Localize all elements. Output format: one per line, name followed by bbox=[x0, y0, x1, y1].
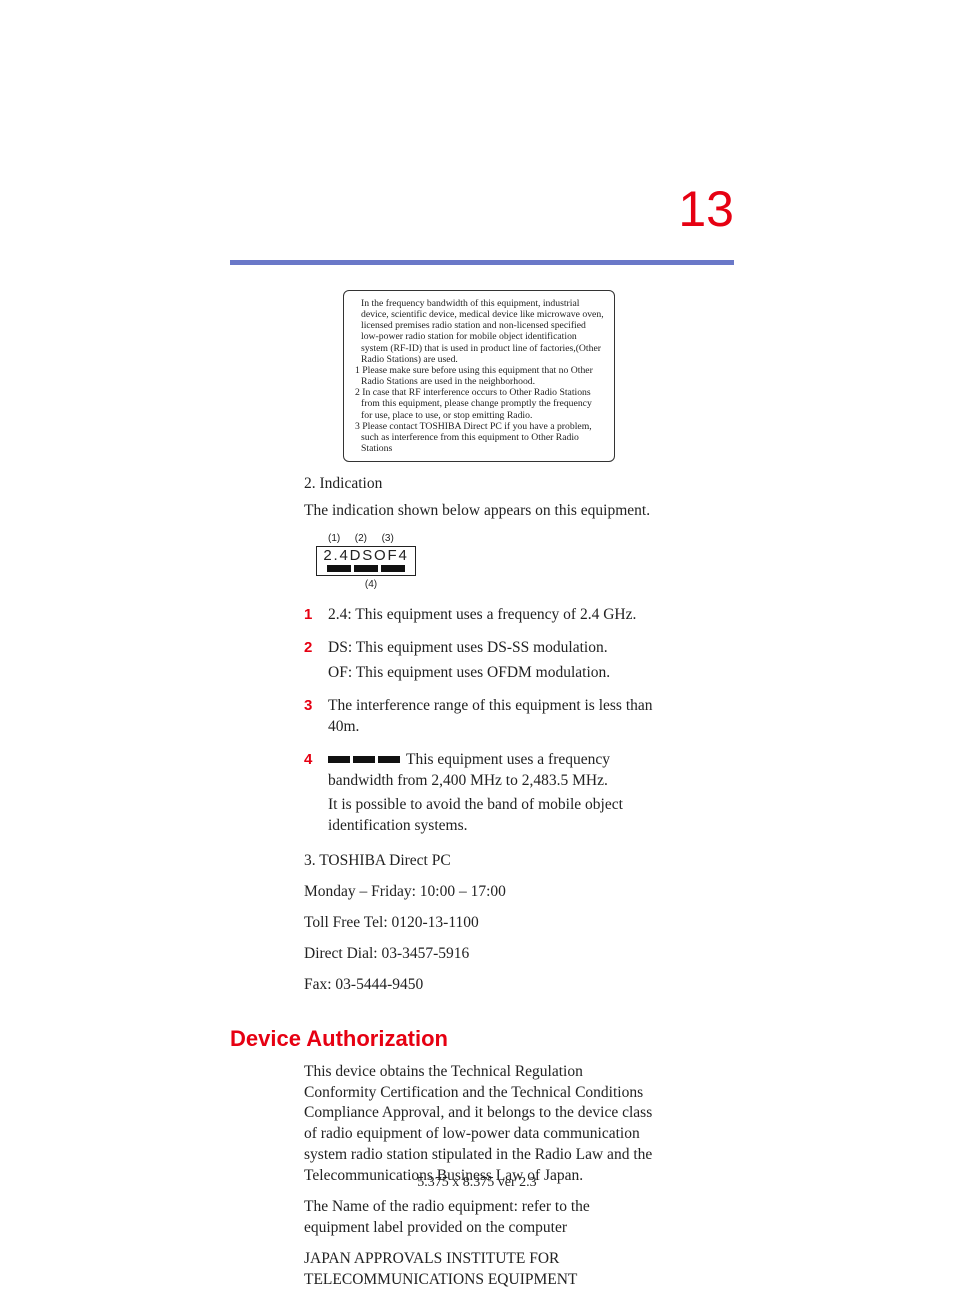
boxed-note: In the frequency bandwidth of this equip… bbox=[343, 290, 615, 462]
list-item: 1 2.4: This equipment uses a frequency o… bbox=[304, 605, 654, 630]
indication-bottom-label: (4) bbox=[316, 578, 426, 592]
page-number: 13 bbox=[678, 180, 734, 238]
contact-hours: Monday – Friday: 10:00 – 17:00 bbox=[304, 882, 654, 903]
indication-label-2: (2) bbox=[355, 532, 379, 546]
list-number-3: 3 bbox=[304, 696, 328, 716]
list-text-2a: DS: This equipment uses DS-SS modulation… bbox=[328, 638, 654, 659]
boxed-note-item-1: 1 Please make sure before using this equ… bbox=[353, 365, 605, 387]
contact-toll-free: Toll Free Tel: 0120-13-1100 bbox=[304, 913, 654, 934]
content-column: In the frequency bandwidth of this equip… bbox=[304, 290, 654, 1301]
indication-top-labels: (1) (2) (3) bbox=[316, 532, 426, 546]
indication-box: 2.4DSOF4 bbox=[316, 546, 416, 576]
list-text-3: The interference range of this equipment… bbox=[328, 696, 654, 738]
header-rule bbox=[230, 260, 734, 265]
page: 13 In the frequency bandwidth of this eq… bbox=[0, 0, 954, 1235]
indication-lead: The indication shown below appears on th… bbox=[304, 501, 654, 522]
indication-label-1: (1) bbox=[328, 532, 352, 546]
list-text-4a: This equipment uses a frequency bandwidt… bbox=[328, 750, 654, 792]
indication-heading: 2. Indication bbox=[304, 474, 654, 495]
indication-label-3: (3) bbox=[382, 532, 394, 546]
contact-title: 3. TOSHIBA Direct PC bbox=[304, 851, 654, 872]
device-auth-p2: The Name of the radio equipment: refer t… bbox=[304, 1197, 654, 1239]
list-number-4: 4 bbox=[304, 750, 328, 770]
indication-figure: (1) (2) (3) 2.4DSOF4 (4) bbox=[316, 532, 426, 591]
device-authorization-section: Device Authorization This device obtains… bbox=[304, 1024, 654, 1291]
contact-fax: Fax: 03-5444-9450 bbox=[304, 975, 654, 996]
list-number-2: 2 bbox=[304, 638, 328, 658]
list-item: 3 The interference range of this equipme… bbox=[304, 696, 654, 742]
indication-box-bars-icon bbox=[320, 565, 412, 572]
device-authorization-heading: Device Authorization bbox=[230, 1024, 580, 1054]
list-text-4b: It is possible to avoid the band of mobi… bbox=[328, 795, 654, 837]
bars-icon bbox=[328, 756, 400, 763]
device-auth-p1: This device obtains the Technical Regula… bbox=[304, 1062, 654, 1188]
device-auth-p3: JAPAN APPROVALS INSTITUTE FOR TELECOMMUN… bbox=[304, 1249, 654, 1291]
indication-box-text: 2.4DSOF4 bbox=[320, 548, 412, 563]
list-text-2b: OF: This equipment uses OFDM modulation. bbox=[328, 663, 654, 684]
footer-version: 5.375 x 8.375 ver 2.3 bbox=[0, 1175, 954, 1191]
contact-direct-dial: Direct Dial: 03-3457-5916 bbox=[304, 944, 654, 965]
boxed-note-item-2: 2 In case that RF interference occurs to… bbox=[353, 387, 605, 420]
boxed-note-item-3: 3 Please contact TOSHIBA Direct PC if yo… bbox=[353, 421, 605, 454]
list-number-1: 1 bbox=[304, 605, 328, 625]
numbered-list: 1 2.4: This equipment uses a frequency o… bbox=[304, 605, 654, 841]
boxed-note-intro: In the frequency bandwidth of this equip… bbox=[357, 298, 605, 365]
list-text-1: 2.4: This equipment uses a frequency of … bbox=[328, 605, 654, 626]
list-item: 2 DS: This equipment uses DS-SS modulati… bbox=[304, 638, 654, 688]
list-item: 4 This equipment uses a frequency bandwi… bbox=[304, 750, 654, 842]
